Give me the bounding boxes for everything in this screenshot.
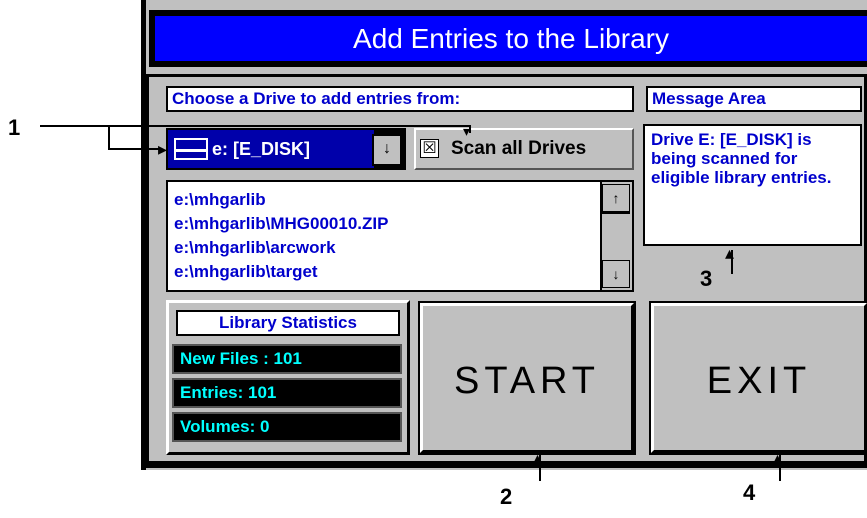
- stat-entries: Entries: 101: [172, 378, 402, 408]
- library-statistics-title: Library Statistics: [176, 310, 400, 336]
- drive-section-label: Choose a Drive to add entries from:: [166, 86, 634, 112]
- chevron-down-icon: ↓: [383, 140, 391, 157]
- list-item[interactable]: e:\mhgarlib: [174, 188, 266, 212]
- callout-1-arrow-down: ▾: [463, 123, 471, 139]
- list-item[interactable]: e:\mhgarlib\arcwork: [174, 236, 336, 260]
- arrow-down-icon: ↓: [612, 266, 620, 282]
- callout-1-arrow-right: ▸: [158, 139, 168, 159]
- callout-4-label: 4: [743, 480, 756, 505]
- title-bar: Add Entries to the Library: [155, 16, 867, 61]
- scan-all-drives-checkbox[interactable]: ☒: [420, 139, 439, 158]
- drive-icon-slot: [176, 149, 206, 152]
- start-button[interactable]: START: [420, 303, 634, 453]
- callout-1-line: [40, 125, 470, 127]
- list-item[interactable]: e:\mhgarlib\target: [174, 260, 318, 284]
- stat-volumes: Volumes: 0: [172, 412, 402, 442]
- exit-button[interactable]: EXIT: [651, 303, 867, 453]
- scroll-up-button[interactable]: ↑: [602, 184, 630, 212]
- callout-2-arrow-up: ▴: [533, 448, 543, 468]
- callout-4-arrow-up: ▴: [773, 448, 783, 468]
- callout-1-label: 1: [8, 115, 21, 140]
- list-item[interactable]: e:\mhgarlib\MHG00010.ZIP: [174, 212, 388, 236]
- drive-dropdown-button[interactable]: ↓: [372, 134, 402, 166]
- stat-new-files: New Files : 101: [172, 344, 402, 374]
- window-bottom-edge: [141, 463, 867, 468]
- callout-2-label: 2: [500, 484, 513, 509]
- scroll-divider: [602, 212, 630, 214]
- callout-3-arrow-up: ▴: [725, 243, 735, 263]
- title-gap: [146, 67, 867, 74]
- arrow-up-icon: ↑: [612, 190, 620, 206]
- callout-3-label: 3: [700, 266, 713, 291]
- callout-1-drop: [108, 125, 110, 149]
- scan-all-drives-label[interactable]: Scan all Drives: [451, 138, 586, 160]
- message-area-label: Message Area: [646, 86, 862, 112]
- callout-1-branch: [108, 148, 160, 150]
- scroll-down-button[interactable]: ↓: [602, 260, 630, 288]
- path-list[interactable]: e:\mhgarlib e:\mhgarlib\MHG00010.ZIP e:\…: [166, 180, 634, 292]
- message-area: Drive E: [E_DISK] is being scanned for e…: [643, 124, 862, 246]
